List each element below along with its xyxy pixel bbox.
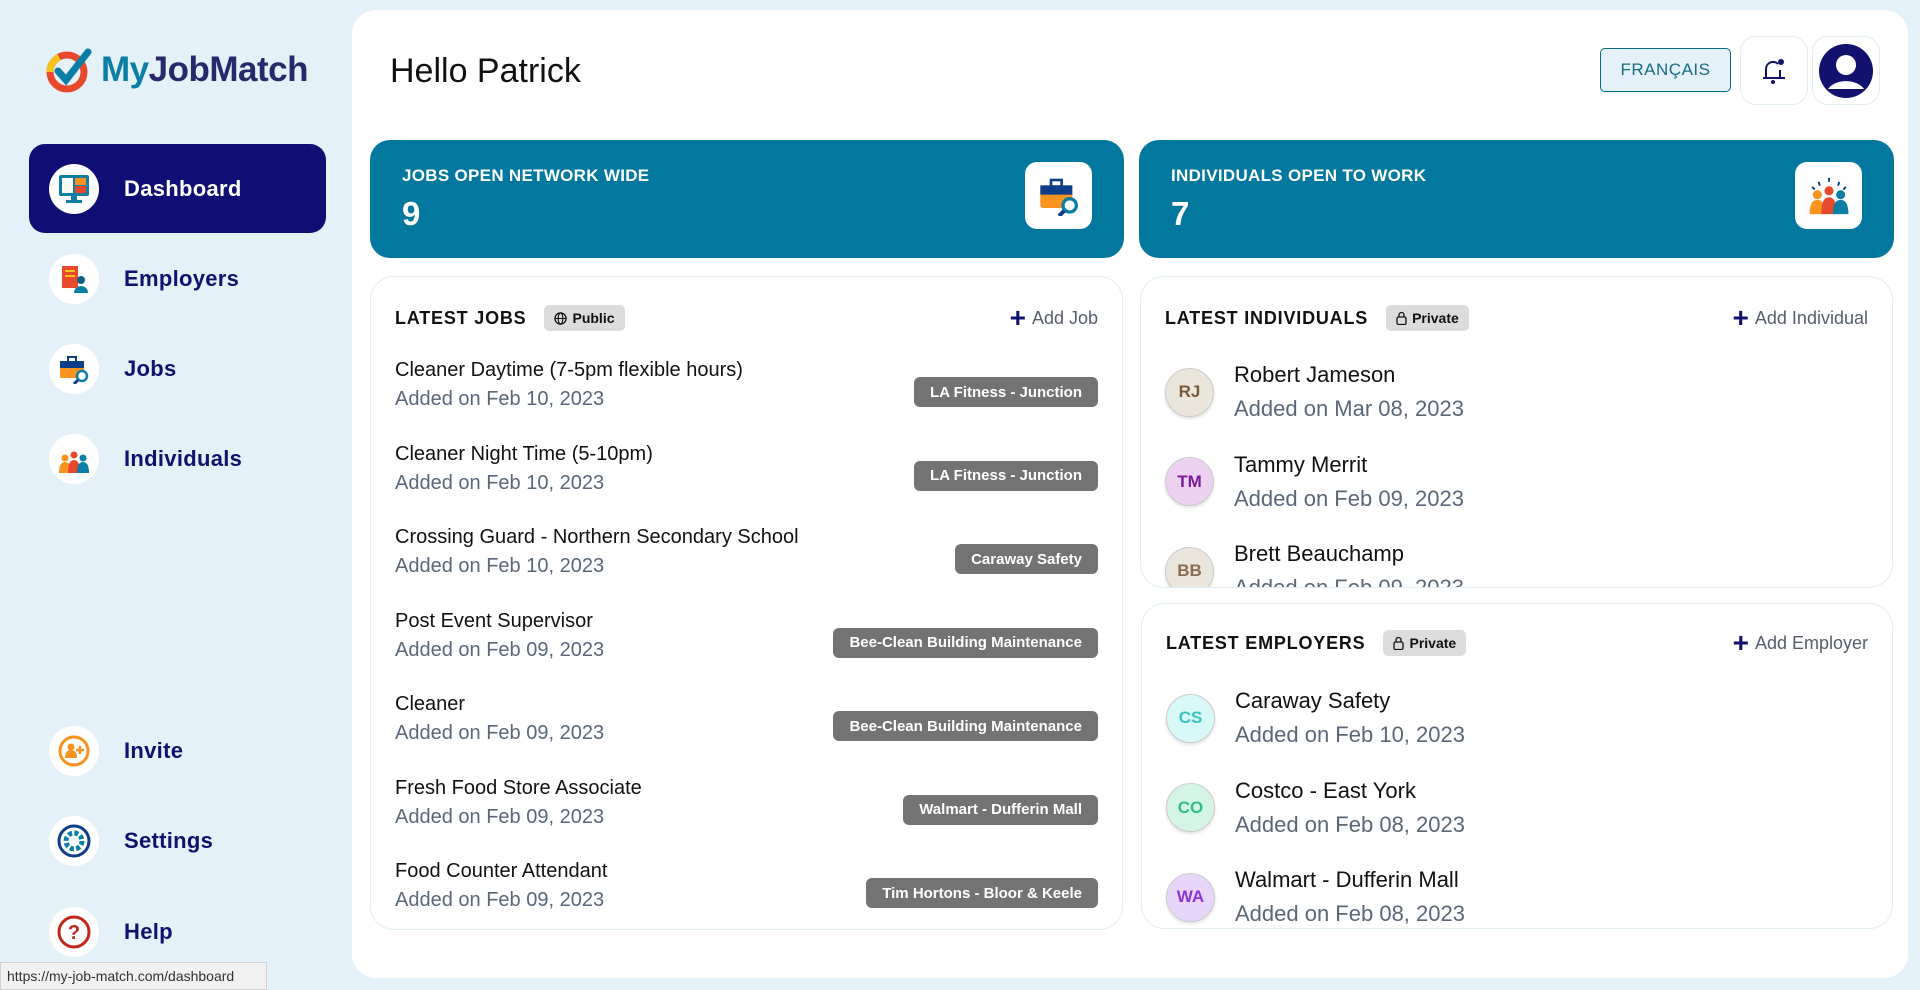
employer-badge[interactable]: Caraway Safety (955, 544, 1098, 574)
sidebar-item-jobs[interactable]: Jobs (29, 324, 326, 413)
logo-text: MyJobMatch (101, 50, 308, 89)
item-date: Added on Feb 08, 2023 (1235, 901, 1465, 926)
employer-badge[interactable]: Bee-Clean Building Maintenance (833, 627, 1098, 658)
plus-icon: + (1732, 302, 1749, 333)
job-list-item[interactable]: Fresh Food Store Associate Added on Feb 0… (395, 777, 1098, 837)
gear-icon (49, 815, 99, 866)
lock-icon (1396, 311, 1407, 325)
sidebar-item-label: Dashboard (124, 175, 242, 201)
initials-avatar: RJ (1165, 367, 1214, 417)
initials-avatar: CS (1166, 693, 1215, 743)
job-list-item[interactable]: Cleaner Added on Feb 09, 2023 Bee-Clean Bu… (395, 693, 1098, 753)
item-name: Robert Jameson (1234, 362, 1396, 387)
job-list-item[interactable]: Cleaner Daytime (7-5pm flexible hours) Ad… (395, 359, 1098, 419)
lock-icon (1393, 636, 1405, 650)
stat-value: 9 (402, 195, 421, 232)
logo[interactable]: MyJobMatch (45, 46, 308, 94)
add-employer-button[interactable]: + Add Employer (1732, 627, 1868, 658)
initials-avatar: CO (1166, 783, 1215, 832)
stat-title: INDIVIDUALS OPEN TO WORK (1171, 166, 1427, 185)
item-date: Added on Feb 09, 2023 (1234, 485, 1464, 511)
job-list-item[interactable]: Post Event Supervisor Added on Feb 09, 20… (395, 610, 1098, 670)
sidebar-item-label: Invite (124, 737, 184, 763)
panel-title: LATEST INDIVIDUALS (1165, 307, 1369, 328)
item-date: Added on Feb 09, 2023 (1234, 575, 1464, 588)
initials-avatar: BB (1165, 546, 1214, 587)
employer-badge[interactable]: LA Fitness - Junction (914, 460, 1098, 491)
bell-icon (1763, 58, 1785, 84)
initials-avatar: WA (1166, 872, 1215, 922)
people-icon (1795, 162, 1862, 229)
latest-employers-panel: LATEST EMPLOYERS Private + Add Employer C… (1141, 603, 1893, 929)
employer-badge[interactable]: LA Fitness - Junction (914, 377, 1098, 407)
initials-avatar: TM (1165, 457, 1214, 506)
visibility-badge: Private (1386, 305, 1469, 331)
people-icon (49, 433, 99, 484)
panel-title: LATEST EMPLOYERS (1166, 632, 1366, 653)
item-name: Brett Beauchamp (1234, 541, 1404, 566)
employer-badge[interactable]: Walmart - Dufferin Mall (903, 794, 1098, 825)
job-list-item[interactable]: Crossing Guard - Northern Secondary Scho… (395, 526, 1098, 586)
employer-list-item[interactable]: CS Caraway Safety Added on Feb 10, 2023 (1166, 683, 1868, 753)
visibility-badge: Public (544, 305, 625, 331)
sidebar-item-label: Settings (124, 827, 214, 853)
plus-icon: + (1732, 627, 1749, 658)
visibility-badge: Private (1383, 630, 1467, 656)
sidebar-item-individuals[interactable]: Individuals (29, 414, 326, 503)
briefcase-search-icon (1025, 162, 1092, 229)
dashboard-monitor-icon (49, 163, 99, 214)
add-individual-button[interactable]: + Add Individual (1732, 302, 1868, 333)
notifications-button[interactable] (1740, 36, 1808, 105)
logo-check-icon (46, 48, 92, 93)
sidebar-item-label: Individuals (124, 445, 243, 471)
sidebar-item-label: Help (124, 918, 173, 944)
sidebar-item-employers[interactable]: Employers (29, 234, 326, 323)
sidebar-item-label: Jobs (124, 355, 177, 381)
employer-badge[interactable]: Tim Hortons - Bloor & Keele (866, 878, 1098, 908)
language-button[interactable]: FRANÇAIS (1600, 48, 1731, 92)
individual-list-item[interactable]: TM Tammy Merrit Added on Feb 09, 2023 (1165, 447, 1868, 517)
profile-button[interactable] (1812, 36, 1880, 105)
sidebar-item-label: Employers (124, 265, 240, 291)
item-name: Caraway Safety (1235, 688, 1391, 713)
item-name: Tammy Merrit (1234, 451, 1368, 477)
stat-title: JOBS OPEN NETWORK WIDE (402, 166, 650, 185)
page-title: Hello Patrick (390, 52, 581, 90)
item-name: Costco - East York (1235, 777, 1416, 803)
job-list-item[interactable]: Food Counter Attendant Added on Feb 09, 2… (395, 860, 1098, 920)
employer-list-item[interactable]: WA Walmart - Dufferin Mall Added on Feb 08… (1166, 862, 1868, 928)
item-date: Added on Feb 10, 2023 (1235, 722, 1465, 747)
globe-icon (554, 311, 568, 325)
add-job-button[interactable]: + Add Job (1009, 302, 1098, 333)
status-bar-url: https://my-job-match.com/dashboard (0, 962, 267, 990)
item-date: Added on Feb 08, 2023 (1235, 811, 1465, 837)
stat-card-individuals[interactable]: INDIVIDUALS OPEN TO WORK 7 (1139, 140, 1894, 258)
help-icon: ? (49, 906, 99, 957)
sidebar-item-invite[interactable]: Invite (29, 706, 326, 795)
plus-icon: + (1009, 302, 1026, 333)
sidebar-item-settings[interactable]: Settings (29, 796, 326, 885)
invite-user-icon (49, 725, 99, 776)
individual-list-item[interactable]: RJ Robert Jameson Added on Mar 08, 2023 (1165, 357, 1868, 427)
briefcase-search-icon (49, 343, 99, 394)
employers-icon (49, 253, 99, 304)
individual-list-item[interactable]: BB Brett Beauchamp Added on Feb 09, 2023 (1165, 536, 1868, 588)
svg-text:?: ? (68, 922, 80, 944)
item-date: Added on Mar 08, 2023 (1234, 396, 1464, 421)
stat-value: 7 (1171, 195, 1190, 232)
item-name: Walmart - Dufferin Mall (1235, 867, 1459, 892)
employer-badge[interactable]: Bee-Clean Building Maintenance (833, 711, 1098, 741)
user-avatar-icon (1819, 43, 1873, 98)
panel-title: LATEST JOBS (395, 307, 527, 328)
stat-card-jobs[interactable]: JOBS OPEN NETWORK WIDE 9 (370, 140, 1124, 258)
sidebar-item-dashboard[interactable]: Dashboard (29, 144, 326, 233)
employer-list-item[interactable]: CO Costco - East York Added on Feb 08, 202… (1166, 773, 1868, 843)
latest-jobs-panel: LATEST JOBS Public + Add Job Cleaner Dayt… (370, 276, 1123, 930)
latest-individuals-panel: LATEST INDIVIDUALS Private + Add Individu… (1140, 276, 1893, 588)
job-list-item[interactable]: Cleaner Night Time (5-10pm) Added on Feb … (395, 443, 1098, 503)
